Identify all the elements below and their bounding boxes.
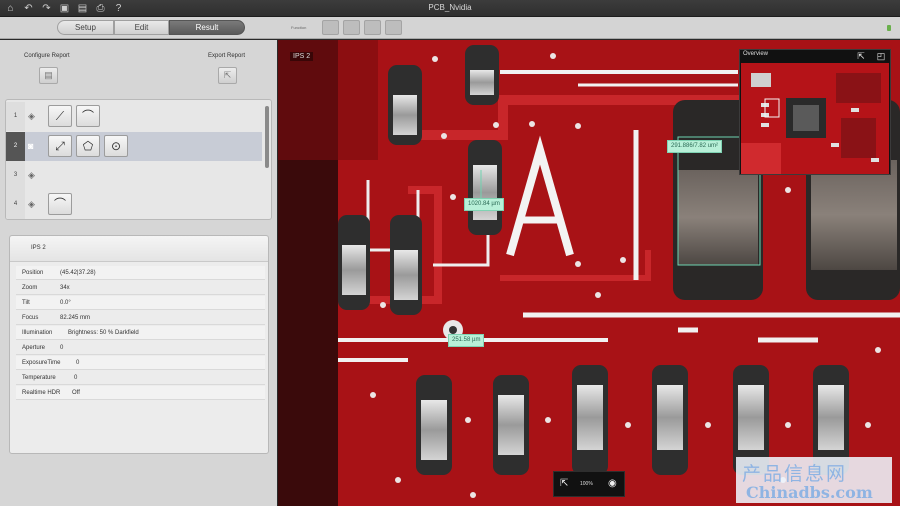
polygon-icon: ⬠ xyxy=(82,139,94,153)
overview-thumbnail xyxy=(741,63,889,174)
info-row: Illumination Brightness: 50 % Darkfield xyxy=(16,326,265,340)
mode-bar: Setup Edit Result Function xyxy=(0,17,900,39)
curve-tool-button[interactable]: ⌒ xyxy=(48,193,72,215)
info-value: 82.245 mm xyxy=(60,315,91,321)
info-key: ExposureTime xyxy=(22,360,61,366)
info-row: Tilt 0.0° xyxy=(16,296,265,310)
viewer-image-label: IPS 2 xyxy=(290,52,314,61)
info-header: IPS 2 xyxy=(10,236,268,262)
info-row: Aperture 0 xyxy=(16,341,265,355)
info-value: Brightness: 50 % Darkfield xyxy=(68,330,139,336)
left-panel: Configure Report ▤ Export Report ⇱ 1 ◈ ⟋… xyxy=(0,40,277,506)
overview-export-icon[interactable]: ⇱ xyxy=(856,51,866,61)
length-measurement-label[interactable]: 1020.84 µm xyxy=(464,198,504,211)
image-row-1[interactable]: 1 ◈ ⟋ ⌒ xyxy=(6,102,262,131)
info-value: 34x xyxy=(60,285,70,291)
tab-setup[interactable]: Setup xyxy=(57,20,114,35)
overview-title: Overview xyxy=(743,51,769,57)
row-number: 1 xyxy=(6,102,25,131)
camera-icon: ◙ xyxy=(28,141,34,151)
configure-report-label: Configure Report xyxy=(24,53,70,59)
app-window: ⌂ ↶ ↷ ▣ ▤ ⎙ ? PCB_Nvidia Setup Edit Resu… xyxy=(0,0,900,506)
watermark-cn: 产品信息网 xyxy=(742,463,848,485)
info-title: IPS 2 xyxy=(31,245,46,251)
image-row-4[interactable]: 4 ◈ ⌒ xyxy=(6,190,262,219)
scrollbar[interactable] xyxy=(265,106,269,168)
circle-tool-button[interactable]: ⊙ xyxy=(104,135,128,157)
export-report-label: Export Report xyxy=(208,53,246,59)
info-row: Zoom 34x xyxy=(16,281,265,295)
measurement-tools-panel: 1 ◈ ⟋ ⌒ 2 ◙ ⤢ ⬠ ⊙ 3 ◈ 4 ◈ ⌒ xyxy=(5,99,272,220)
configure-report-button[interactable]: ▤ xyxy=(39,67,58,84)
line-tool-button[interactable]: ⤢ xyxy=(48,135,72,157)
curve-icon: ⌒ xyxy=(53,197,66,211)
row-number: 2 xyxy=(6,132,25,161)
function-buttons xyxy=(322,20,402,35)
info-value: Off xyxy=(72,390,80,396)
arc-icon: ⌒ xyxy=(81,109,94,123)
title-bar: ⌂ ↶ ↷ ▣ ▤ ⎙ ? PCB_Nvidia xyxy=(0,0,900,17)
info-value: (45.42|37.28) xyxy=(60,270,96,276)
info-row: Focus 82.245 mm xyxy=(16,311,265,325)
function-button-4[interactable] xyxy=(385,20,402,35)
info-row: ExposureTime 0 xyxy=(16,356,265,370)
image-row-2[interactable]: 2 ◙ ⤢ ⬠ ⊙ xyxy=(6,132,262,161)
export-icon: ⇱ xyxy=(223,70,232,80)
polygon-tool-button[interactable]: ⬠ xyxy=(76,135,100,157)
circle-measurement-label[interactable]: 251.58 µm xyxy=(448,334,485,347)
layers-icon: ◈ xyxy=(28,111,35,121)
export-image-icon[interactable]: ⇱ xyxy=(560,478,568,490)
arc-tool-button[interactable]: ⌒ xyxy=(76,105,100,127)
row-number: 4 xyxy=(6,190,25,219)
info-row: Temperature 0 xyxy=(16,371,265,385)
status-indicator xyxy=(887,25,891,31)
info-key: Tilt xyxy=(22,300,30,306)
line-icon: ⤢ xyxy=(55,139,65,153)
image-info-panel: IPS 2 Position (45.42|37.28) Zoom 34x Tilt… xyxy=(9,235,269,454)
info-key: Temperature xyxy=(22,375,56,381)
mode-switcher: Setup Edit Result xyxy=(57,20,245,35)
info-key: Realtime HDR xyxy=(22,390,61,396)
info-value: 0 xyxy=(74,375,78,381)
area-measurement-label[interactable]: 291.886/7.82 um² xyxy=(667,140,723,153)
info-table: Position (45.42|37.28) Zoom 34x Tilt 0.0° F… xyxy=(10,266,268,446)
function-button-2[interactable] xyxy=(343,20,360,35)
function-button-3[interactable] xyxy=(364,20,381,35)
info-value: 0 xyxy=(60,345,64,351)
layers-icon: ◈ xyxy=(28,170,35,180)
viewer-bottom-bar: ⇱ 100% ◉ xyxy=(553,471,625,497)
function-button-1[interactable] xyxy=(322,20,339,35)
eye-icon[interactable]: ◉ xyxy=(608,478,617,490)
tab-edit[interactable]: Edit xyxy=(114,20,169,35)
watermark: 产品信息网 Chinadbs.com xyxy=(736,457,892,503)
image-row-3[interactable]: 3 ◈ xyxy=(6,161,262,190)
row-number: 3 xyxy=(6,161,25,190)
function-label: Function xyxy=(291,25,307,30)
info-row: Position (45.42|37.28) xyxy=(16,266,265,280)
overview-close-icon[interactable]: ◰ xyxy=(876,51,886,61)
overview-panel[interactable]: Overview ⇱ ◰ xyxy=(739,49,891,175)
info-key: Position xyxy=(22,270,44,276)
distance-tool-button[interactable]: ⟋ xyxy=(48,105,72,127)
info-row: Realtime HDR Off xyxy=(16,386,265,400)
info-key: Zoom xyxy=(22,285,38,291)
info-key: Focus xyxy=(22,315,39,321)
layers-icon: ◈ xyxy=(28,199,35,209)
info-value: 0.0° xyxy=(60,300,71,306)
watermark-en: Chinadbs.com xyxy=(746,483,873,502)
window-title: PCB_Nvidia xyxy=(428,3,472,12)
tab-result[interactable]: Result xyxy=(169,20,245,35)
report-icon: ▤ xyxy=(44,70,53,80)
info-key: Illumination xyxy=(22,330,53,336)
info-key: Aperture xyxy=(22,345,46,351)
export-report-button[interactable]: ⇱ xyxy=(218,67,237,84)
circle-icon: ⊙ xyxy=(110,139,122,153)
distance-icon: ⟋ xyxy=(55,109,65,123)
info-value: 0 xyxy=(76,360,80,366)
zoom-level: 100% xyxy=(580,481,593,487)
image-viewer[interactable]: IPS 2 1020.84 µm 291.886/7.82 um² 251.58… xyxy=(278,40,900,506)
